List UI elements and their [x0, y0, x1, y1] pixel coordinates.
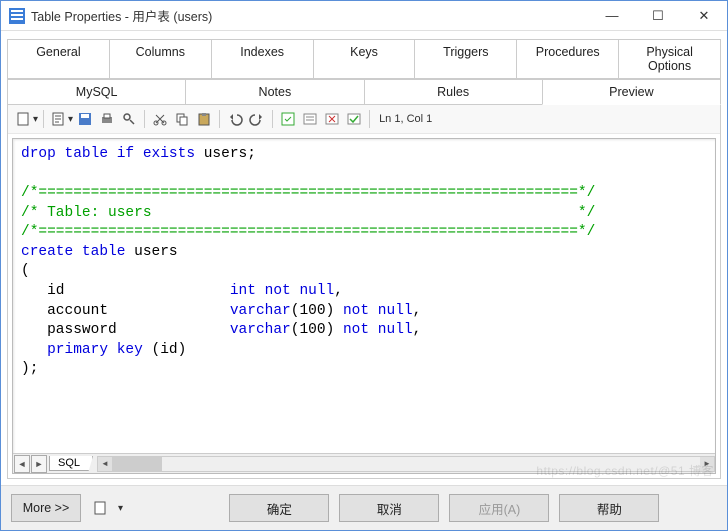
cancel-button[interactable]: 取消 [339, 494, 439, 522]
tab-rules[interactable]: Rules [364, 79, 543, 105]
minimize-button[interactable]: — [589, 1, 635, 31]
tool1-icon[interactable] [278, 109, 298, 129]
save-icon[interactable] [75, 109, 95, 129]
dropdown-arrow-icon[interactable]: ▾ [118, 503, 123, 514]
code-editor[interactable]: drop table if exists users; /*==========… [12, 138, 716, 474]
tool2-icon[interactable] [300, 109, 320, 129]
app-icon [9, 8, 25, 24]
tab-columns[interactable]: Columns [109, 39, 212, 79]
more-button[interactable]: More >> [11, 494, 81, 522]
scroll-right-icon[interactable]: ► [700, 457, 714, 471]
paste-icon[interactable] [194, 109, 214, 129]
tab-row-2: MySQL Notes Rules Preview [7, 79, 721, 105]
close-button[interactable]: ✕ [681, 1, 727, 31]
tab-physical-options[interactable]: Physical Options [618, 39, 721, 79]
apply-button[interactable]: 应用(A) [449, 494, 549, 522]
dropdown-arrow-icon[interactable]: ▾ [33, 114, 38, 125]
scroll-thumb[interactable] [112, 457, 162, 471]
content-panel: ▾ ▾ Ln 1, Col 1 drop table if exists use… [7, 105, 721, 479]
footer-tool-icon[interactable] [91, 498, 111, 518]
tab-scroll-right-icon[interactable]: ► [31, 455, 47, 473]
tab-mysql[interactable]: MySQL [7, 79, 186, 105]
undo-icon[interactable] [225, 109, 245, 129]
cut-icon[interactable] [150, 109, 170, 129]
tab-row-1: General Columns Indexes Keys Triggers Pr… [7, 39, 721, 79]
window-title: Table Properties - 用户表 (users) [31, 6, 589, 25]
editor-tab-sql[interactable]: SQL [49, 456, 93, 471]
tool3-icon[interactable] [322, 109, 342, 129]
tab-notes[interactable]: Notes [185, 79, 364, 105]
new-dropdown-icon[interactable] [14, 109, 34, 129]
copy-icon[interactable] [172, 109, 192, 129]
tab-scroll-left-icon[interactable]: ◄ [14, 455, 30, 473]
tool4-icon[interactable] [344, 109, 364, 129]
tab-triggers[interactable]: Triggers [414, 39, 517, 79]
scroll-left-icon[interactable]: ◄ [98, 457, 112, 471]
editor-bottom-tabs: ◄ ► SQL ◄ ► [13, 453, 715, 473]
horizontal-scrollbar[interactable]: ◄ ► [97, 456, 715, 472]
cursor-position: Ln 1, Col 1 [379, 113, 432, 125]
find-icon[interactable] [119, 109, 139, 129]
title-bar: Table Properties - 用户表 (users) — ☐ ✕ [1, 1, 727, 31]
tab-preview[interactable]: Preview [542, 79, 721, 105]
redo-icon[interactable] [247, 109, 267, 129]
dropdown-arrow-icon[interactable]: ▾ [68, 114, 73, 125]
help-button[interactable]: 帮助 [559, 494, 659, 522]
print-icon[interactable] [97, 109, 117, 129]
dialog-footer: More >> ▾ 确定 取消 应用(A) 帮助 [1, 485, 727, 530]
maximize-button[interactable]: ☐ [635, 1, 681, 31]
tab-procedures[interactable]: Procedures [516, 39, 619, 79]
tab-indexes[interactable]: Indexes [211, 39, 314, 79]
editor-toolbar: ▾ ▾ Ln 1, Col 1 [8, 105, 720, 134]
tab-general[interactable]: General [7, 39, 110, 79]
ok-button[interactable]: 确定 [229, 494, 329, 522]
edit-icon[interactable] [49, 109, 69, 129]
tab-keys[interactable]: Keys [313, 39, 416, 79]
